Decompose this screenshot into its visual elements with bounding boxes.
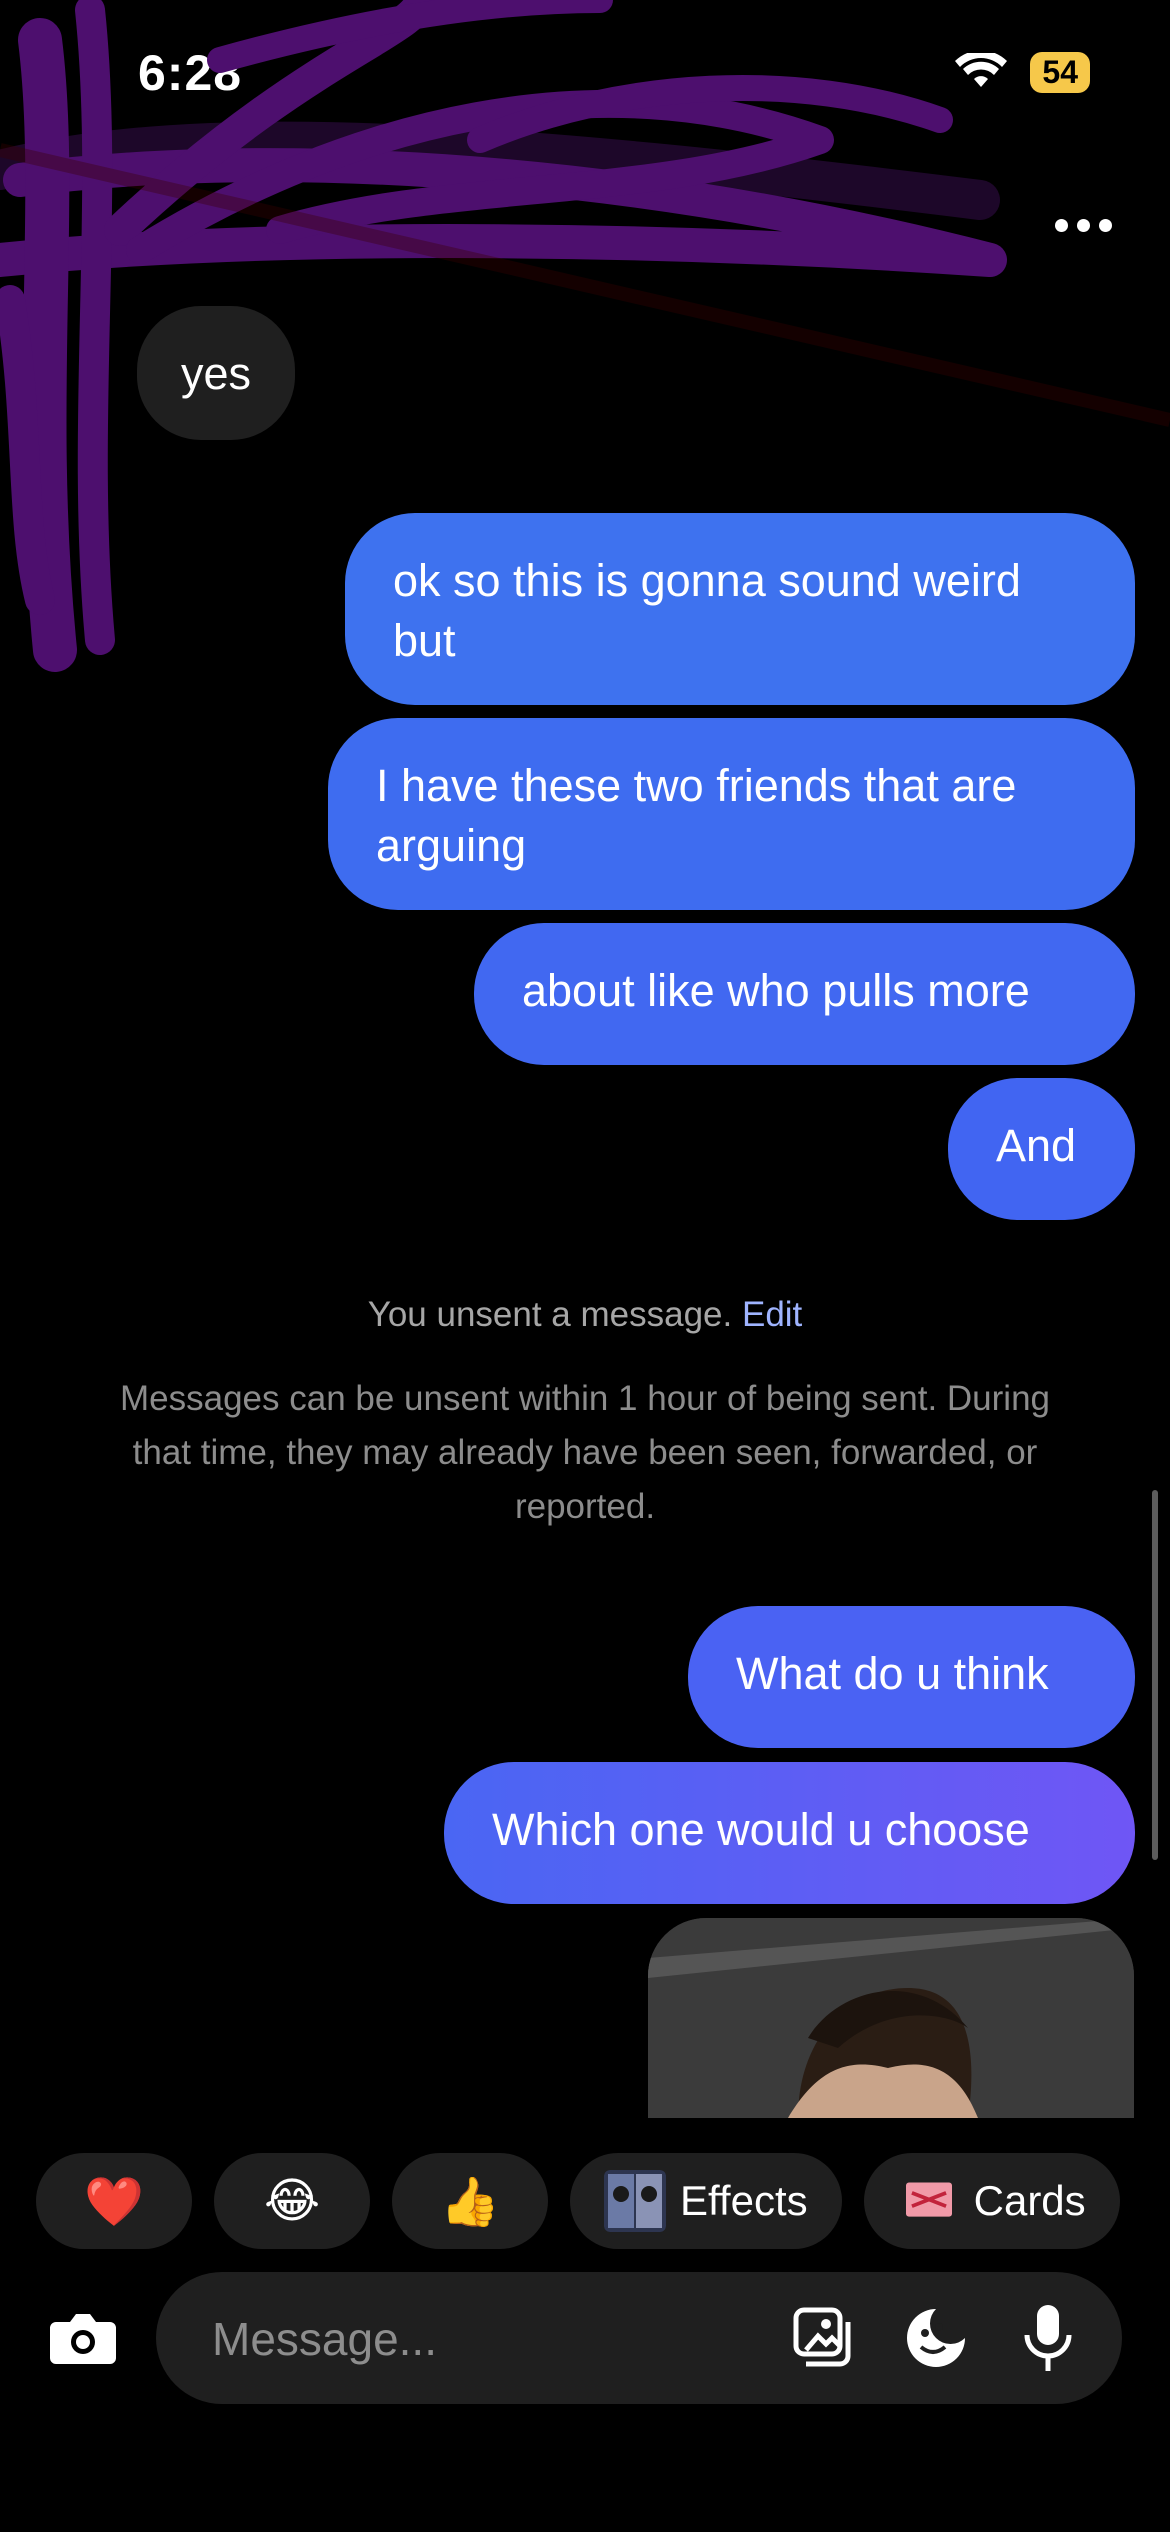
outgoing-message[interactable]: ok so this is gonna sound weird but	[345, 513, 1135, 705]
quick-reactions-bar: ❤️ 😂 👍 Effects Cards	[36, 2153, 1120, 2249]
battery-level: 54	[1030, 52, 1090, 93]
edit-link[interactable]: Edit	[742, 1295, 802, 1334]
outgoing-message[interactable]: What do u think	[688, 1606, 1135, 1748]
photo-image	[648, 1918, 1134, 2118]
more-dot	[1076, 218, 1090, 232]
scroll-indicator[interactable]	[1152, 1490, 1158, 1860]
thumbs-up-emoji: 👍	[440, 2175, 500, 2229]
status-right: 54	[954, 52, 1090, 93]
effects-button[interactable]: Effects	[570, 2153, 842, 2249]
unsent-text: You unsent a message.	[367, 1295, 733, 1334]
wifi-icon	[955, 52, 1008, 87]
cards-label: Cards	[973, 2177, 1086, 2224]
photo-message[interactable]	[648, 1918, 1134, 2118]
outgoing-message[interactable]: about like who pulls more	[474, 923, 1135, 1065]
heart-emoji: ❤️	[84, 2175, 144, 2229]
heart-reaction-button[interactable]: ❤️	[36, 2153, 192, 2249]
sticker-icon	[907, 2309, 965, 2367]
status-bar: 6:28 54	[0, 0, 1170, 150]
outgoing-message[interactable]: Which one would u choose	[444, 1762, 1135, 1904]
unsent-note: Messages can be unsent within 1 hour of …	[119, 1379, 1050, 1526]
thumbs-up-reaction-button[interactable]: 👍	[392, 2153, 548, 2249]
message-input[interactable]	[210, 2272, 774, 2406]
outgoing-message[interactable]: I have these two friends that are arguin…	[328, 718, 1135, 910]
effects-label: Effects	[680, 2177, 808, 2224]
microphone-icon	[1024, 2305, 1072, 2371]
gallery-icon	[793, 2307, 851, 2367]
cards-button[interactable]: Cards	[863, 2153, 1120, 2249]
gift-card-icon	[905, 2182, 952, 2217]
microphone-button[interactable]	[1012, 2302, 1084, 2374]
sticker-button[interactable]	[900, 2302, 972, 2374]
unsent-notice: You unsent a message. Edit	[0, 1295, 1170, 1335]
gallery-button[interactable]	[788, 2302, 860, 2374]
more-options-button[interactable]	[1048, 200, 1118, 250]
message-field	[156, 2272, 1122, 2406]
outgoing-message[interactable]: And	[948, 1078, 1135, 1220]
effects-thumbnail-icon	[604, 2170, 666, 2232]
more-dot	[1054, 218, 1068, 232]
incoming-message[interactable]: yes	[137, 306, 296, 440]
laugh-emoji: 😂	[263, 2175, 321, 2228]
status-time: 6:28	[138, 45, 243, 101]
camera-icon[interactable]	[48, 2308, 118, 2368]
more-dot	[1098, 218, 1112, 232]
laugh-reaction-button[interactable]: 😂	[214, 2153, 370, 2249]
